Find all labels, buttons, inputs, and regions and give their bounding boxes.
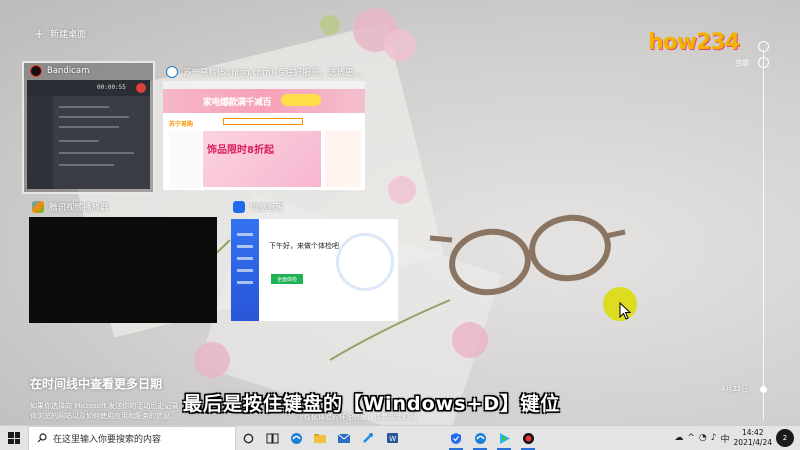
more-dates-title: 在时间线中查看更多日期	[30, 377, 163, 391]
clock-time: 14:42	[741, 428, 764, 437]
clock-date: 2021/4/24	[733, 438, 772, 447]
window-title: 腾讯视频播放器	[49, 203, 109, 213]
window-title: Bandicam	[47, 66, 90, 76]
file-explorer-icon[interactable]	[308, 426, 332, 450]
input-method-icon[interactable]: 中	[721, 432, 730, 445]
sidebar-item	[237, 269, 253, 272]
sidebar-item	[237, 245, 253, 248]
suning-right-panel	[325, 131, 361, 187]
taskbar: 在这里输入你要搜索的内容 W ☁ ^ ◔ ♪ 中 14:42 2021/4/24…	[0, 425, 800, 450]
svg-text:W: W	[389, 435, 396, 443]
pc-manager-shield-icon	[233, 201, 245, 213]
bandicam-sidebar	[27, 96, 53, 189]
new-desktop-button[interactable]: + 新建桌面	[34, 26, 87, 41]
timeline-date-label[interactable]: 4月21日	[721, 384, 748, 394]
cloud-icon[interactable]: ☁	[674, 433, 683, 443]
record-icon	[136, 83, 146, 93]
bandicam-row	[59, 116, 129, 118]
timeline-track	[763, 50, 764, 420]
mail-icon[interactable]	[332, 426, 356, 450]
window-header-suning[interactable]: 苏宁易购(Suning.com)-专注好服务，送货更...	[166, 66, 366, 78]
volume-icon[interactable]: ♪	[711, 433, 717, 443]
bandicam-row	[59, 164, 114, 166]
window-header-bandicam: Bandicam	[30, 65, 89, 77]
taskbar-clock[interactable]: 14:42 2021/4/24	[734, 428, 772, 448]
pc-manager-taskbar-icon[interactable]	[444, 426, 468, 450]
start-button[interactable]	[0, 426, 28, 450]
bandicam-row	[59, 126, 119, 128]
timeline-top-knob[interactable]	[758, 41, 769, 52]
sidebar-item	[237, 281, 253, 284]
browser-tabbar	[163, 81, 365, 89]
suning-search-box	[223, 118, 303, 125]
pc-manager-greeting: 下午好，来做个体检吧	[269, 242, 339, 250]
taskbar-search-box[interactable]: 在这里输入你要搜索的内容	[28, 425, 236, 450]
how234-watermark-logo: how234	[648, 30, 740, 55]
video-subtitle: 最后是按住键盘的【Windows+D】键位	[183, 393, 561, 415]
pc-manager-sidebar	[231, 219, 259, 321]
notification-count: 2	[782, 434, 788, 442]
timeline-now-label: 当前	[735, 59, 749, 67]
bandicam-row	[59, 152, 134, 154]
more-dates-description-2: 你浏览的网站以及如何使用应用和服务的信息。	[30, 412, 177, 420]
tencent-video-icon	[32, 201, 44, 213]
cortana-icon[interactable]	[236, 426, 260, 450]
bandicam-row	[59, 140, 99, 142]
full-scan-button: 全面体检	[271, 274, 303, 284]
suning-logo: 苏宁易购	[169, 121, 194, 128]
banner-text: 家电爆款满千减百	[203, 98, 272, 108]
word-icon[interactable]: W	[380, 426, 404, 450]
edge-taskbar-icon[interactable]	[284, 426, 308, 450]
edge-icon	[166, 66, 178, 78]
bandicam-icon	[30, 65, 42, 77]
blue-app-icon[interactable]	[356, 426, 380, 450]
timeline-date-dot[interactable]	[760, 386, 767, 393]
system-tray: ☁ ^ ◔ ♪ 中 14:42 2021/4/24 2	[674, 428, 800, 448]
chevron-up-icon[interactable]: ^	[687, 433, 695, 443]
window-header-tencent-video: 腾讯视频播放器	[32, 201, 109, 213]
banner-button	[281, 94, 321, 106]
more-dates-description: 如果你选择向 Microsoft 发送你的活动历史记录	[30, 402, 179, 410]
bandicam-preview: 00:00:55	[27, 80, 150, 189]
suning-hero-banner: 饰品限时8折起	[203, 131, 321, 187]
window-title: 电脑管家	[250, 203, 285, 213]
network-icon[interactable]: ◔	[699, 433, 707, 443]
search-icon	[37, 433, 47, 443]
suning-category-list	[169, 131, 201, 188]
scan-circle-graphic	[336, 233, 394, 291]
notification-center-button[interactable]: 2	[776, 429, 794, 447]
tencent-video-taskbar-icon[interactable]	[492, 426, 516, 450]
mouse-cursor-icon	[619, 302, 631, 320]
window-thumbnail-tencent-video[interactable]	[29, 217, 217, 323]
new-desktop-label: 新建桌面	[50, 30, 87, 40]
window-header-pc-manager: 电脑管家	[233, 201, 284, 213]
window-thumbnail-pc-manager[interactable]: 下午好，来做个体检吧 全面体检	[231, 219, 398, 321]
bandicam-toolbar: 00:00:55	[27, 80, 150, 96]
window-title: 苏宁易购(Suning.com)-专注好服务，送货更...	[183, 68, 362, 78]
bandicam-taskbar-icon[interactable]	[516, 426, 540, 450]
windows-logo-icon	[8, 432, 20, 444]
task-view-icon[interactable]	[260, 426, 284, 450]
sidebar-item	[237, 233, 253, 236]
hero-text: 饰品限时8折起	[207, 145, 274, 156]
timeline-current-knob[interactable]	[758, 57, 769, 68]
edge-running-icon[interactable]	[468, 426, 492, 450]
window-thumbnail-suning[interactable]: 家电爆款满千减百 苏宁易购 饰品限时8折起	[163, 81, 365, 190]
plus-icon: +	[34, 26, 45, 41]
bandicam-row	[59, 106, 109, 108]
sidebar-item	[237, 257, 253, 260]
bandicam-timer: 00:00:55	[97, 84, 126, 91]
suning-banner: 家电爆款满千减百	[163, 89, 365, 113]
search-placeholder: 在这里输入你要搜索的内容	[53, 434, 162, 445]
